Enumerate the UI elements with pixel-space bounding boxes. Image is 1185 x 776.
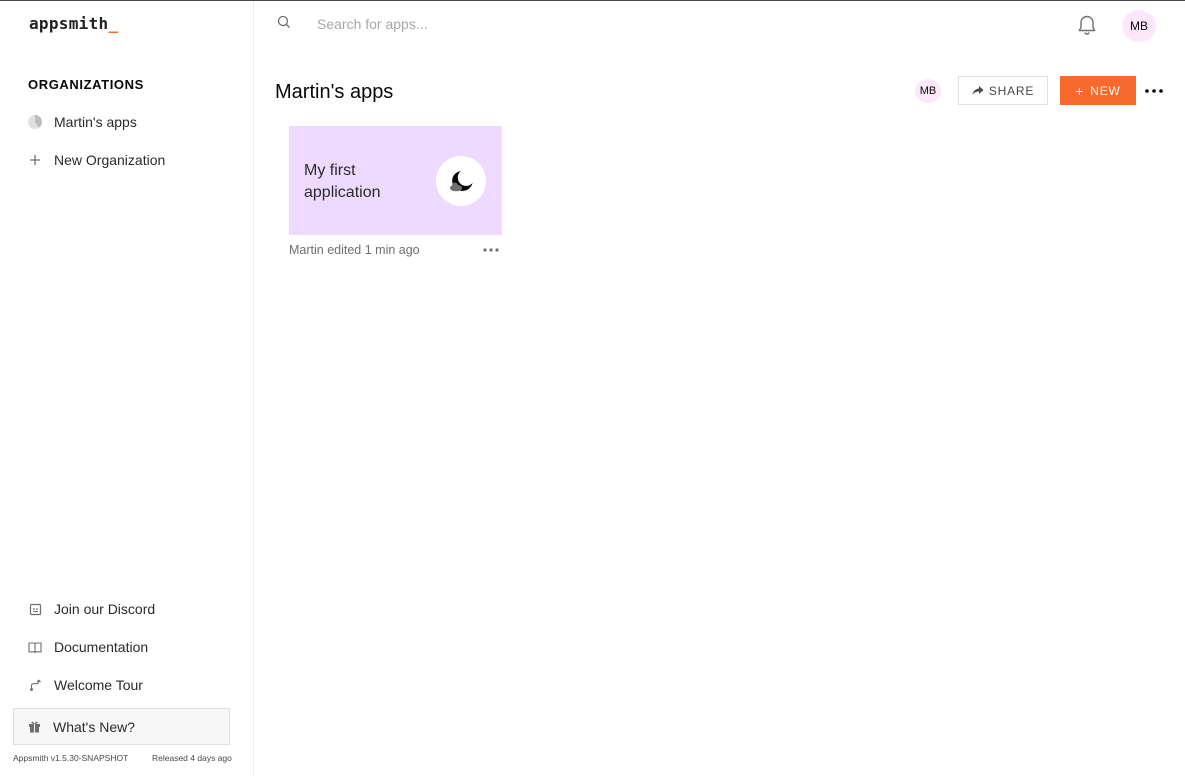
gift-icon: [28, 720, 41, 733]
documentation-label: Documentation: [54, 639, 149, 655]
documentation-link[interactable]: Documentation: [28, 636, 148, 658]
welcome-tour-link[interactable]: Welcome Tour: [28, 674, 143, 696]
app-card[interactable]: My first application: [289, 126, 502, 235]
notification-bell-icon[interactable]: [1075, 13, 1099, 42]
plus-icon: [28, 153, 42, 167]
new-organization-button[interactable]: New Organization: [28, 149, 165, 171]
book-icon: [28, 640, 42, 654]
welcome-tour-label: Welcome Tour: [54, 677, 143, 693]
version-text: Appsmith v1.5.30-SNAPSHOT: [13, 753, 129, 763]
more-dots-icon: [1145, 89, 1163, 93]
new-organization-label: New Organization: [54, 152, 166, 168]
appsmith-logo[interactable]: appsmith_: [29, 14, 118, 33]
org-more-options-button[interactable]: [1143, 81, 1165, 101]
released-text: Released 4 days ago: [152, 753, 232, 763]
tour-icon: [28, 678, 42, 692]
user-avatar[interactable]: MB: [1122, 10, 1156, 42]
organizations-heading: ORGANIZATIONS: [28, 77, 144, 92]
more-dots-icon: [483, 248, 499, 252]
new-label: NEW: [1090, 83, 1121, 98]
share-label: SHARE: [988, 83, 1035, 98]
discord-icon: [28, 602, 42, 616]
sidebar-org-martins-apps[interactable]: Martin's apps: [28, 111, 137, 133]
search-input[interactable]: [308, 13, 708, 35]
new-app-button[interactable]: + NEW: [1060, 76, 1136, 105]
search-icon: [277, 15, 291, 34]
whats-new-label: What's New?: [53, 718, 136, 735]
sidebar: appsmith_ ORGANIZATIONS Martin's apps Ne…: [0, 1, 254, 776]
member-avatar[interactable]: MB: [915, 79, 941, 103]
sidebar-org-label: Martin's apps: [54, 114, 137, 130]
app-edited-text: Martin edited 1 min ago: [289, 243, 420, 257]
share-arrow-icon: [972, 85, 984, 96]
share-button[interactable]: SHARE: [958, 76, 1048, 105]
app-more-options-button[interactable]: [480, 241, 502, 259]
join-discord-label: Join our Discord: [54, 601, 156, 617]
page-title: Martin's apps: [275, 81, 394, 103]
org-avatar-icon: [28, 115, 42, 129]
app-name: My first application: [304, 162, 381, 201]
join-discord-link[interactable]: Join our Discord: [28, 598, 155, 620]
moon-cloud-icon: [436, 156, 486, 206]
whats-new-button[interactable]: What's New?: [13, 708, 230, 745]
plus-icon: +: [1075, 82, 1085, 99]
